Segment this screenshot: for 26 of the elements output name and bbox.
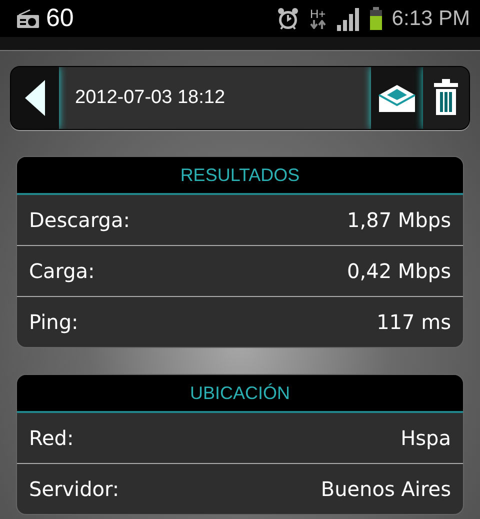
radio-icon — [16, 8, 40, 28]
row-value: 117 ms — [376, 310, 451, 334]
result-date-time: 2012-07-03 18:12 — [59, 67, 371, 129]
row-value: Buenos Aires — [320, 477, 451, 501]
notification-count: 60 — [46, 4, 74, 33]
row-label: Carga: — [29, 259, 95, 283]
email-button[interactable] — [371, 67, 423, 129]
row-value: Hspa — [400, 426, 451, 450]
row-label: Ping: — [29, 310, 78, 334]
alarm-clock-icon — [276, 6, 300, 30]
battery-icon — [370, 7, 382, 30]
row-value: 0,42 Mbps — [347, 259, 451, 283]
section-title: UBICACIÓN — [190, 382, 290, 404]
row-label: Servidor: — [29, 477, 120, 501]
row-label: Descarga: — [29, 208, 130, 232]
back-button[interactable] — [11, 67, 59, 129]
back-arrow-icon — [25, 80, 45, 116]
row-value: 1,87 Mbps — [347, 208, 451, 232]
row-label: Red: — [29, 426, 74, 450]
data-arrows-icon — [310, 20, 326, 29]
trash-icon — [433, 79, 459, 117]
clock-time: 6:13 PM — [392, 6, 470, 30]
signal-icon — [336, 6, 360, 30]
network-type: H+ — [310, 8, 326, 20]
envelope-icon — [377, 83, 417, 113]
section-title: RESULTADOS — [180, 164, 300, 186]
